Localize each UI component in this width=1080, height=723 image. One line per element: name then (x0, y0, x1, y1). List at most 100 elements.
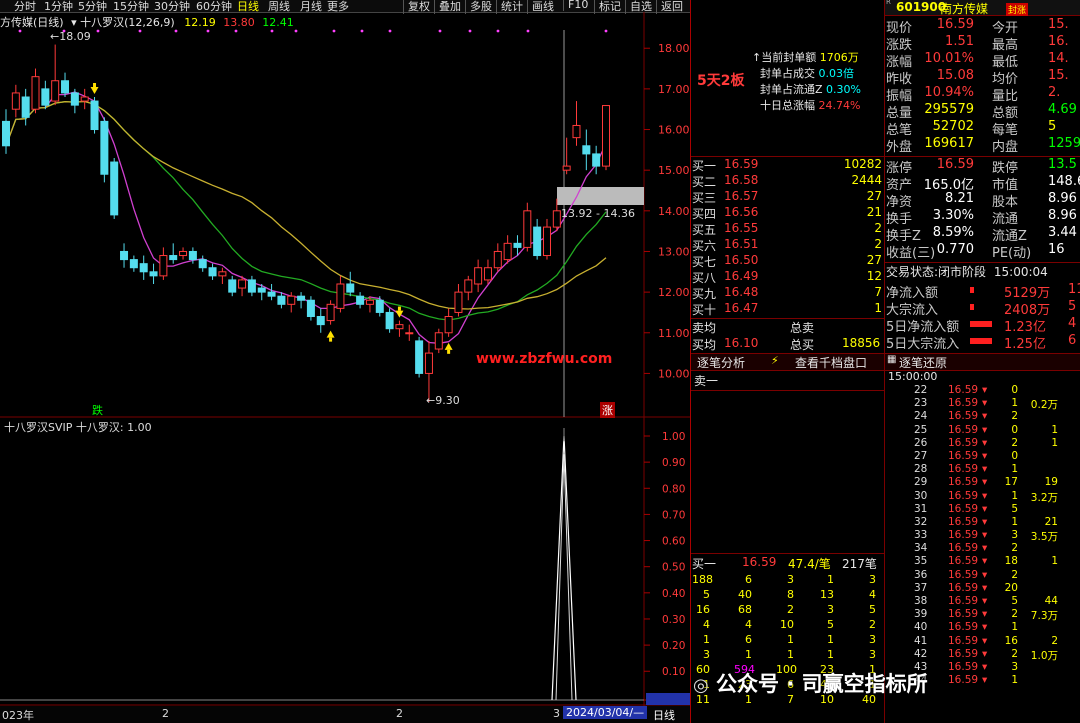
flow-extra: 11 (1068, 282, 1080, 297)
order-book-row: 买八 16.49 12 (692, 269, 882, 285)
seal-row-0: ↑当前封单额 1706万 (752, 51, 859, 64)
quote-row: 涨幅 10.01% 最低 14. (886, 51, 1080, 70)
candle (434, 328, 443, 354)
sell-one-label: 卖一 (694, 374, 719, 388)
quote-value-2: 15. (1048, 17, 1069, 32)
tab-tick-restore[interactable]: 逐笔还原 (899, 354, 947, 371)
order-book-row: 买六 16.51 2 (692, 237, 882, 253)
queue-cell: 68 (738, 603, 752, 616)
tab-tick-analysis[interactable]: 逐笔分析 (697, 354, 745, 371)
queue-cell: 3 (869, 573, 876, 586)
tick-volume: 0 (1011, 423, 1018, 436)
indicator-value-2: 13.80 (223, 16, 255, 29)
candle (395, 320, 404, 337)
quote-value-2: 4.69 (1048, 102, 1077, 117)
tick-row: 35 16.59 ▾ 18 1 (886, 555, 1080, 568)
order-price: 16.58 (724, 173, 759, 187)
tick-row: 32 16.59 ▾ 1 21 (886, 516, 1080, 529)
candle (464, 275, 473, 301)
arrow-down-icon: ▾ (982, 542, 988, 555)
tick-volume: 3 (1011, 529, 1018, 542)
candle (483, 259, 492, 284)
signal-dot (332, 29, 336, 33)
tick-second: 25 (914, 423, 928, 436)
tick-volume: 16 (1004, 634, 1018, 647)
quote-value: 52702 (932, 119, 974, 134)
lower-tick-label: 0.10 (662, 666, 685, 678)
chevron-down-icon[interactable]: ▾ (71, 16, 77, 29)
period-indicator[interactable]: 日线 (653, 707, 675, 723)
arrow-down-icon: ▾ (982, 621, 988, 634)
limit-up-badge: 封涨 (1006, 3, 1029, 16)
order-label: 买八 (692, 271, 717, 285)
order-label: 买十 (692, 303, 717, 317)
candle (277, 292, 286, 309)
board-tag: 5天2板 (697, 73, 745, 89)
tick-price: 16.59 (948, 647, 979, 660)
flow-bar (970, 338, 992, 344)
tick-second: 42 (914, 647, 928, 660)
order-price: 16.51 (724, 237, 759, 251)
tick-volume: 2 (1011, 608, 1018, 621)
queue-cell: 2 (787, 603, 794, 616)
tick-second: 30 (914, 489, 928, 502)
y-tick-label: 11.00 (658, 327, 690, 340)
order-price: 16.48 (724, 285, 759, 299)
quote-value-2: 1259 (1048, 136, 1080, 151)
tool-button-5[interactable]: F10 (563, 0, 592, 11)
tab-view-thousand[interactable]: 查看千档盘口 (795, 354, 867, 371)
seal-row-1: 封单占成交 0.03倍 (760, 67, 854, 80)
order-volume: 2444 (851, 173, 882, 187)
tick-price: 16.59 (948, 476, 979, 489)
zhang-marker: 涨 (600, 402, 615, 418)
tick-volume: 20 (1004, 581, 1018, 594)
arrow-down-icon: ▾ (982, 384, 988, 396)
tick-second: 38 (914, 595, 928, 607)
tick-row: 27 16.59 ▾ 0 (886, 450, 1080, 463)
signal-dot (270, 29, 274, 33)
order-book-row: 买十 16.47 1 (692, 301, 882, 317)
lower-tick-label: 0.40 (662, 588, 685, 600)
tick-price: 16.59 (948, 581, 979, 594)
order-price: 16.55 (724, 221, 759, 235)
order-volume: 2 (874, 237, 882, 251)
signal-arrow-icon (326, 330, 335, 338)
flow-row: 5日净流入额 1.23亿 4 (886, 316, 1080, 335)
quote-value: 295579 (924, 102, 974, 117)
tick-second: 31 (914, 502, 928, 515)
y-tick-label: 17.00 (658, 83, 690, 96)
candle (70, 88, 79, 114)
indicator-value-3: 12.41 (262, 16, 294, 29)
order-label: 买五 (692, 223, 717, 237)
tick-second: 35 (914, 555, 928, 568)
arrow-down-icon: ▾ (982, 463, 988, 476)
arrow-down-icon: ▾ (982, 529, 988, 542)
seal-row-3: 十日总涨幅 24.74% (760, 99, 861, 112)
tick-volume: 1 (1011, 621, 1018, 634)
quote-value-2: 15. (1048, 68, 1069, 83)
tick-price: 16.59 (948, 384, 979, 396)
queue-cell: 6 (745, 633, 752, 646)
chart-title: 方传媒(日线) (0, 16, 64, 29)
order-price: 16.47 (724, 301, 759, 315)
stat-row: 涨停 16.59 跌停 13.5 (886, 157, 1080, 176)
stat-row: 收益(三) 0.770 PE(动) 16 (886, 242, 1080, 261)
candle (149, 263, 158, 284)
stats-grid: 涨停16.59跌停13.5资产165.0亿市值148.6净资8.21股本8.96… (886, 157, 1080, 261)
queue-row: 188 6 3 1 3 (692, 573, 882, 588)
signal-arrow-stem (447, 349, 451, 354)
y-tick-label: 16.00 (658, 124, 690, 137)
cursor-date: 2024/03/04/— (563, 706, 648, 719)
candle (454, 283, 463, 317)
stat-value: 8.59% (932, 225, 974, 240)
tick-price: 16.59 (948, 397, 979, 410)
signal-arrow-stem (397, 306, 401, 311)
flow-label: 5日大宗流入 (886, 337, 960, 352)
tick-second: 23 (914, 397, 928, 410)
quote-value-2: 14. (1048, 51, 1069, 66)
lower-tick-label: 0.20 (662, 640, 685, 652)
kline-chart[interactable]: 18.00 17.00 16.00 15.00 14.00 13.00 12.00 11.00… (0, 12, 690, 723)
lightning-icon: ⚡ (771, 354, 779, 367)
quote-value: 16.59 (936, 17, 974, 32)
tick-volume: 2 (1011, 436, 1018, 449)
